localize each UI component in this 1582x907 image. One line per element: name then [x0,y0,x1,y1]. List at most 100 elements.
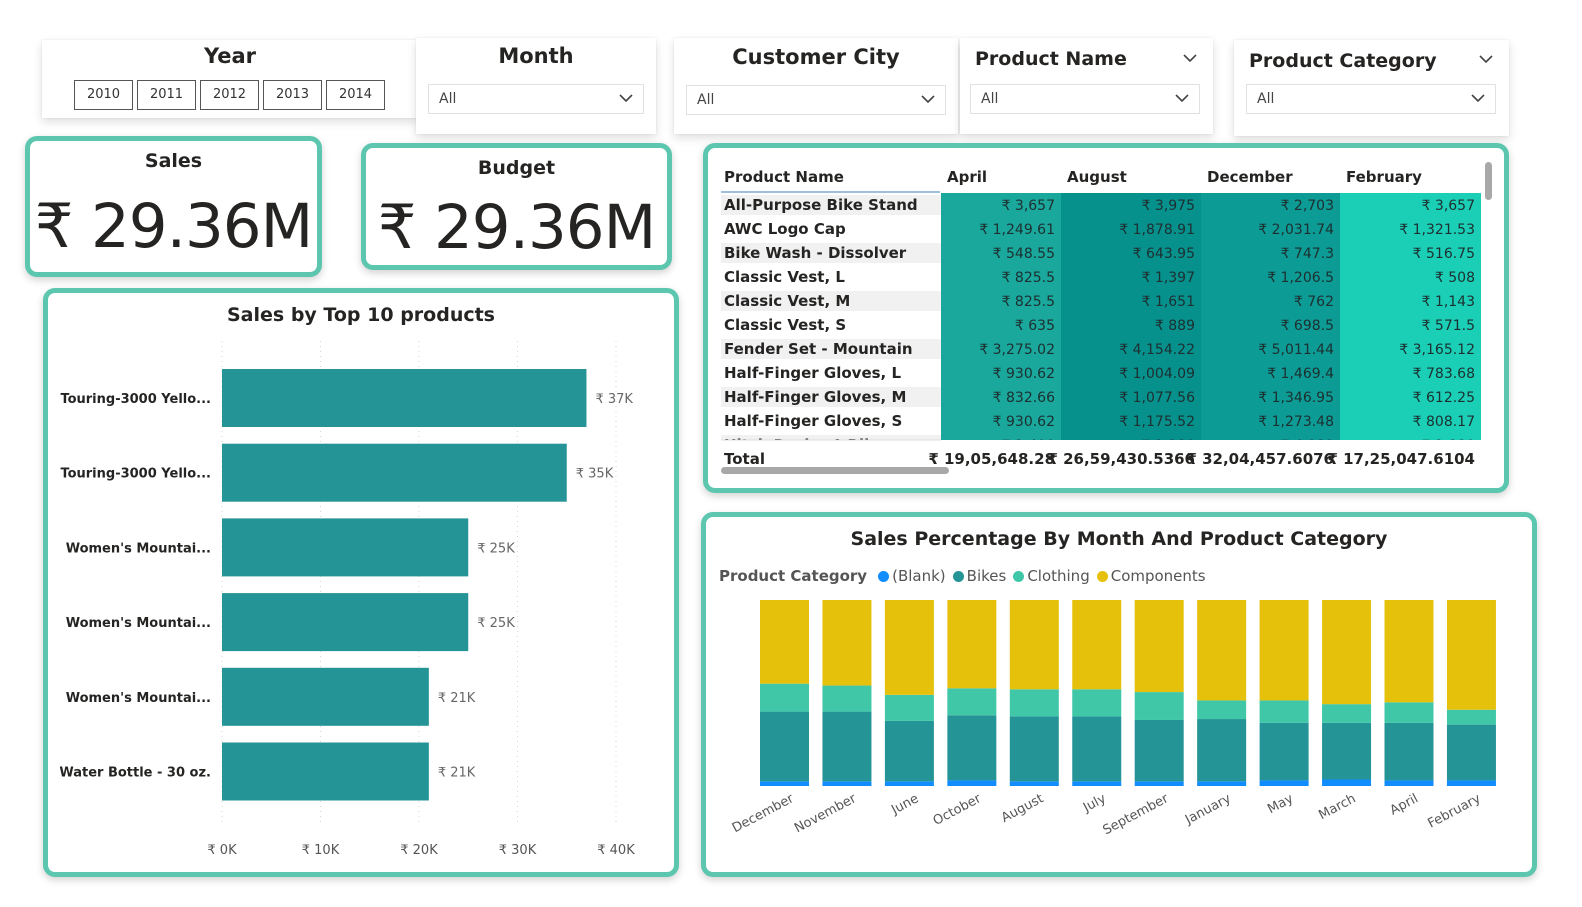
bar[interactable] [222,518,469,577]
stacked-bar-segment[interactable] [1072,716,1122,782]
stacked-bar-segment[interactable] [1134,781,1184,786]
bar[interactable] [222,667,429,726]
stacked-bar-segment[interactable] [1446,780,1496,786]
matrix-cell[interactable]: ₹ 1,175.52 [1119,414,1195,430]
matrix-cell[interactable]: ₹ 571.5 [1422,318,1475,334]
stacked-bar-segment[interactable] [760,711,809,782]
stacked-bar-segment[interactable] [947,780,997,786]
stacked-bar-segment[interactable] [822,685,872,712]
year-tile-2012[interactable]: 2012 [200,80,259,110]
matrix-row-name[interactable]: Classic Vest, S [724,316,846,334]
stacked-bar-segment[interactable] [1197,781,1247,786]
matrix-row-name[interactable]: Fender Set - Mountain [724,340,913,358]
stacked-bar-segment[interactable] [1259,780,1309,786]
stacked-bar-segment[interactable] [1134,692,1184,720]
matrix-row-name[interactable]: Half-Finger Gloves, S [724,412,902,430]
stacked-bar-segment[interactable] [1259,722,1309,781]
matrix-row-name[interactable]: All-Purpose Bike Stand [724,196,918,214]
matrix-cell[interactable]: ₹ 930.62 [993,366,1055,382]
stacked-bar-segment[interactable] [1322,722,1372,780]
matrix-cell[interactable]: ₹ 5,011.44 [1258,342,1334,358]
matrix-cell[interactable]: ₹ 747.3 [1281,246,1334,262]
matrix-cell[interactable]: ₹ 930.62 [993,414,1055,430]
matrix-row-name[interactable]: Half-Finger Gloves, L [724,364,901,382]
matrix-cell[interactable]: ₹ 698.5 [1281,318,1334,334]
stacked-bar-segment[interactable] [1009,600,1059,690]
stacked-bar-segment[interactable] [1197,700,1247,720]
matrix-cell[interactable]: ₹ 3,275.02 [979,342,1055,358]
matrix-vertical-scrollbar[interactable] [1485,162,1492,200]
stacked-bar-segment[interactable] [1072,689,1122,717]
matrix-cell[interactable]: ₹ 783.68 [1413,366,1475,382]
stacked-bar-segment[interactable] [822,600,872,686]
matrix-cell[interactable]: ₹ 889 [1155,318,1195,334]
matrix-cell[interactable]: ₹ 3,975 [1142,198,1195,214]
stacked-bar-segment[interactable] [1134,600,1184,693]
matrix-cell[interactable]: ₹ 3,657 [1002,198,1055,214]
matrix-cell[interactable]: ₹ 4,154.22 [1119,342,1195,358]
stacked-bar-segment[interactable] [1446,709,1496,725]
stacked-bar-segment[interactable] [884,600,934,695]
customer-city-dropdown[interactable]: All [686,85,946,115]
product-name-dropdown[interactable]: All [970,84,1200,114]
stacked-bar-segment[interactable] [1322,600,1372,705]
stacked-bar-segment[interactable] [947,600,997,689]
stacked-bar-segment[interactable] [947,715,997,781]
year-tile-2013[interactable]: 2013 [263,80,322,110]
matrix-row-name[interactable]: AWC Logo Cap [724,220,846,238]
stacked-bar-segment[interactable] [1384,600,1434,703]
matrix-cell[interactable]: ₹ 1,321.53 [1399,222,1475,238]
matrix-row-name[interactable]: Classic Vest, M [724,292,850,310]
matrix-cell[interactable]: ₹ 808.17 [1413,414,1475,430]
stacked-bar-segment[interactable] [884,720,934,782]
matrix-cell[interactable]: ₹ 832.66 [993,390,1055,406]
stacked-bar-segment[interactable] [760,781,809,786]
bar[interactable] [222,593,469,652]
stacked-bar-segment[interactable] [1384,702,1434,723]
matrix-cell[interactable]: ₹ 1,077.56 [1119,390,1195,406]
matrix-cell[interactable]: ₹ 1,249.61 [979,222,1055,238]
stacked-bar-segment[interactable] [822,711,872,782]
stacked-bar-segment[interactable] [1009,716,1059,782]
matrix-cell[interactable]: ₹ 643.95 [1133,246,1195,262]
matrix-cell[interactable]: ₹ 1,346.95 [1258,390,1334,406]
matrix-cell[interactable]: ₹ 825.5 [1002,270,1055,286]
stacked-bar-segment[interactable] [1072,781,1122,786]
stacked-bar-segment[interactable] [1384,780,1434,786]
stacked-bar-segment[interactable] [884,694,934,721]
matrix-cell[interactable]: ₹ 1,469.4 [1267,366,1334,382]
chevron-down-icon[interactable] [1183,54,1197,63]
stacked-bar-segment[interactable] [1197,600,1247,701]
year-tile-2011[interactable]: 2011 [137,80,196,110]
stacked-bar-segment[interactable] [760,683,809,712]
stacked-bar-segment[interactable] [947,688,997,716]
stacked-bar-segment[interactable] [1197,719,1247,782]
matrix-cell[interactable]: ₹ 2,703 [1281,198,1334,214]
matrix-cell[interactable]: ₹ 825.5 [1002,294,1055,310]
stacked-bar-segment[interactable] [1322,704,1372,723]
matrix-cell[interactable]: ₹ 3,657 [1422,198,1475,214]
stacked-bar-segment[interactable] [822,781,872,786]
matrix-cell[interactable]: ₹ 635 [1015,318,1055,334]
matrix-cell[interactable]: ₹ 1,143 [1422,294,1475,310]
matrix-horizontal-scrollbar[interactable] [721,467,949,474]
stacked-bar-segment[interactable] [1072,600,1122,690]
month-dropdown[interactable]: All [428,84,644,114]
matrix-cell[interactable]: ₹ 3,165.12 [1399,342,1475,358]
stacked-bar-segment[interactable] [1322,779,1372,786]
bar[interactable] [222,369,587,427]
matrix-row-name[interactable]: Bike Wash - Dissolver [724,244,907,262]
stacked-bar-segment[interactable] [1446,600,1496,710]
matrix-cell[interactable]: ₹ 548.55 [993,246,1055,262]
matrix-cell[interactable]: ₹ 508 [1435,270,1475,286]
product-category-dropdown[interactable]: All [1246,84,1496,114]
matrix-cell[interactable]: ₹ 762 [1294,294,1334,310]
stacked-bar-segment[interactable] [1384,722,1434,781]
matrix-cell[interactable]: ₹ 1,878.91 [1119,222,1195,238]
year-tile-2010[interactable]: 2010 [74,80,133,110]
matrix-cell[interactable]: ₹ 516.75 [1413,246,1475,262]
matrix-cell[interactable]: ₹ 2,031.74 [1258,222,1334,238]
stacked-bar-segment[interactable] [1446,724,1496,781]
matrix-cell[interactable]: ₹ 1,651 [1142,294,1195,310]
stacked-bar-segment[interactable] [760,600,809,684]
